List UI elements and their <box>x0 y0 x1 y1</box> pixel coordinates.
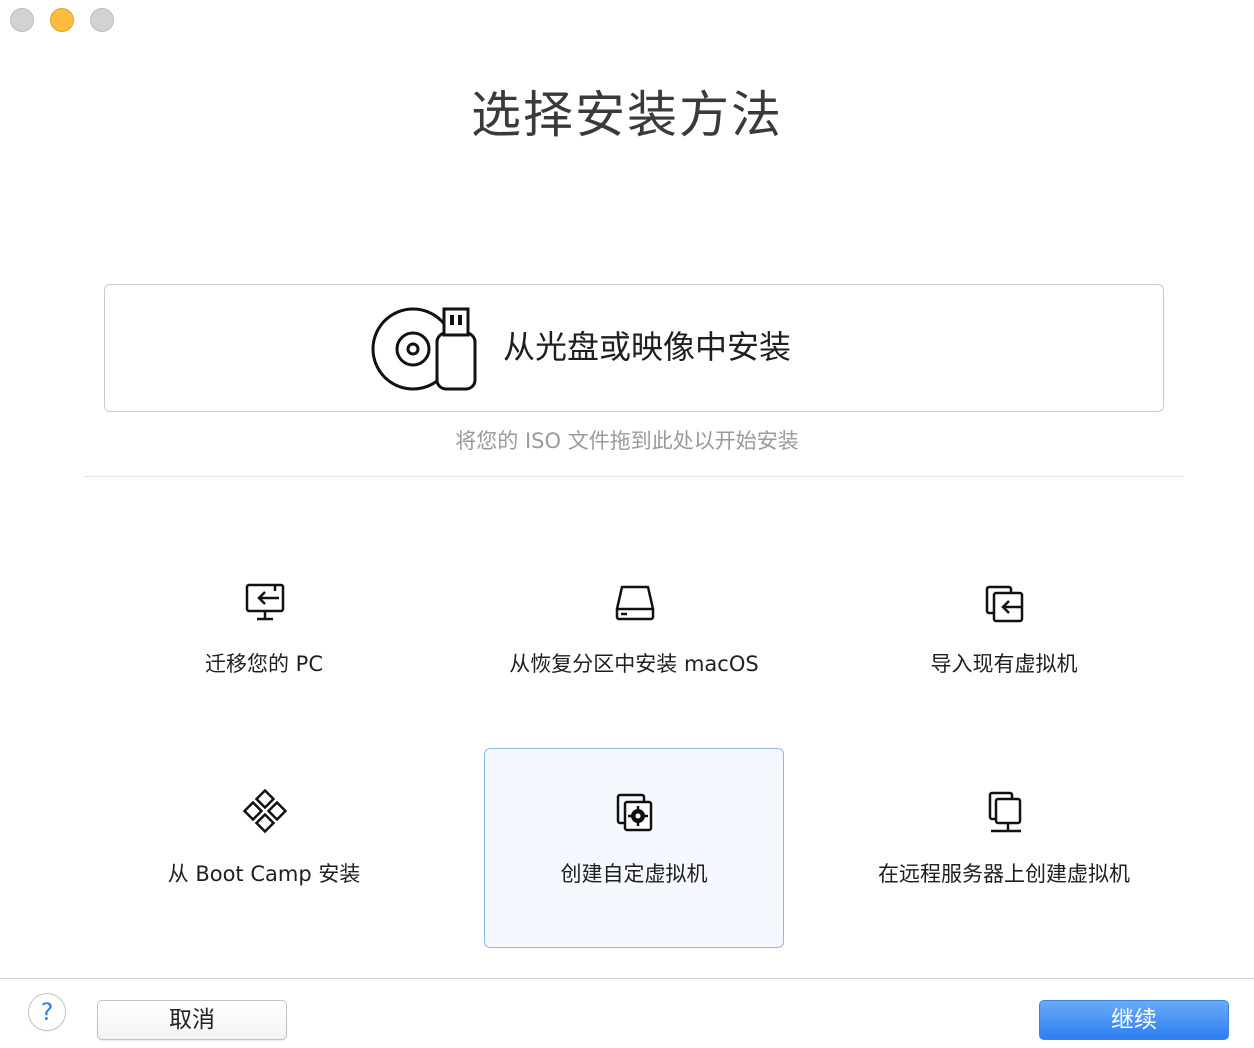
window-minimize-button[interactable] <box>50 8 74 32</box>
drop-iso-hint: 将您的 ISO 文件拖到此处以开始安装 <box>455 429 799 453</box>
option-import-vm[interactable]: 导入现有虚拟机 <box>854 548 1154 748</box>
option-recovery-macos[interactable]: 从恢复分区中安装 macOS <box>484 548 784 748</box>
import-vm-icon <box>985 585 1024 623</box>
option-boot-camp-label: 从 Boot Camp 安装 <box>167 862 361 886</box>
install-from-disc-label: 从光盘或映像中安装 <box>503 328 792 366</box>
option-remote-server[interactable]: 在远程服务器上创建虚拟机 <box>854 758 1154 958</box>
option-custom-vm[interactable]: 创建自定虚拟机 <box>484 748 784 948</box>
footer-divider <box>0 978 1254 979</box>
window-zoom-button[interactable] <box>90 8 114 32</box>
section-divider <box>84 476 1184 477</box>
option-recovery-macos-label: 从恢复分区中安装 macOS <box>509 652 759 676</box>
option-remote-server-label: 在远程服务器上创建虚拟机 <box>878 862 1130 886</box>
migrate-pc-icon <box>245 583 285 621</box>
option-import-vm-label: 导入现有虚拟机 <box>930 652 1078 676</box>
help-button[interactable]: ? <box>28 993 66 1031</box>
disc-usb-icon <box>371 307 477 391</box>
hard-drive-icon <box>615 585 655 621</box>
continue-button[interactable]: 继续 <box>1039 1000 1229 1040</box>
custom-vm-icon <box>616 793 653 832</box>
option-migrate-pc[interactable]: 迁移您的 PC <box>114 548 414 748</box>
page-title: 选择安装方法 <box>471 86 783 144</box>
boot-camp-icon <box>242 789 288 834</box>
iso-drop-zone[interactable]: 从光盘或映像中安装 <box>104 284 1164 412</box>
option-boot-camp[interactable]: 从 Boot Camp 安装 <box>114 758 414 958</box>
cancel-button[interactable]: 取消 <box>97 1000 287 1040</box>
option-custom-vm-label: 创建自定虚拟机 <box>560 862 708 886</box>
window-close-button[interactable] <box>10 8 34 32</box>
option-migrate-pc-label: 迁移您的 PC <box>204 652 323 676</box>
remote-server-icon <box>988 791 1022 833</box>
